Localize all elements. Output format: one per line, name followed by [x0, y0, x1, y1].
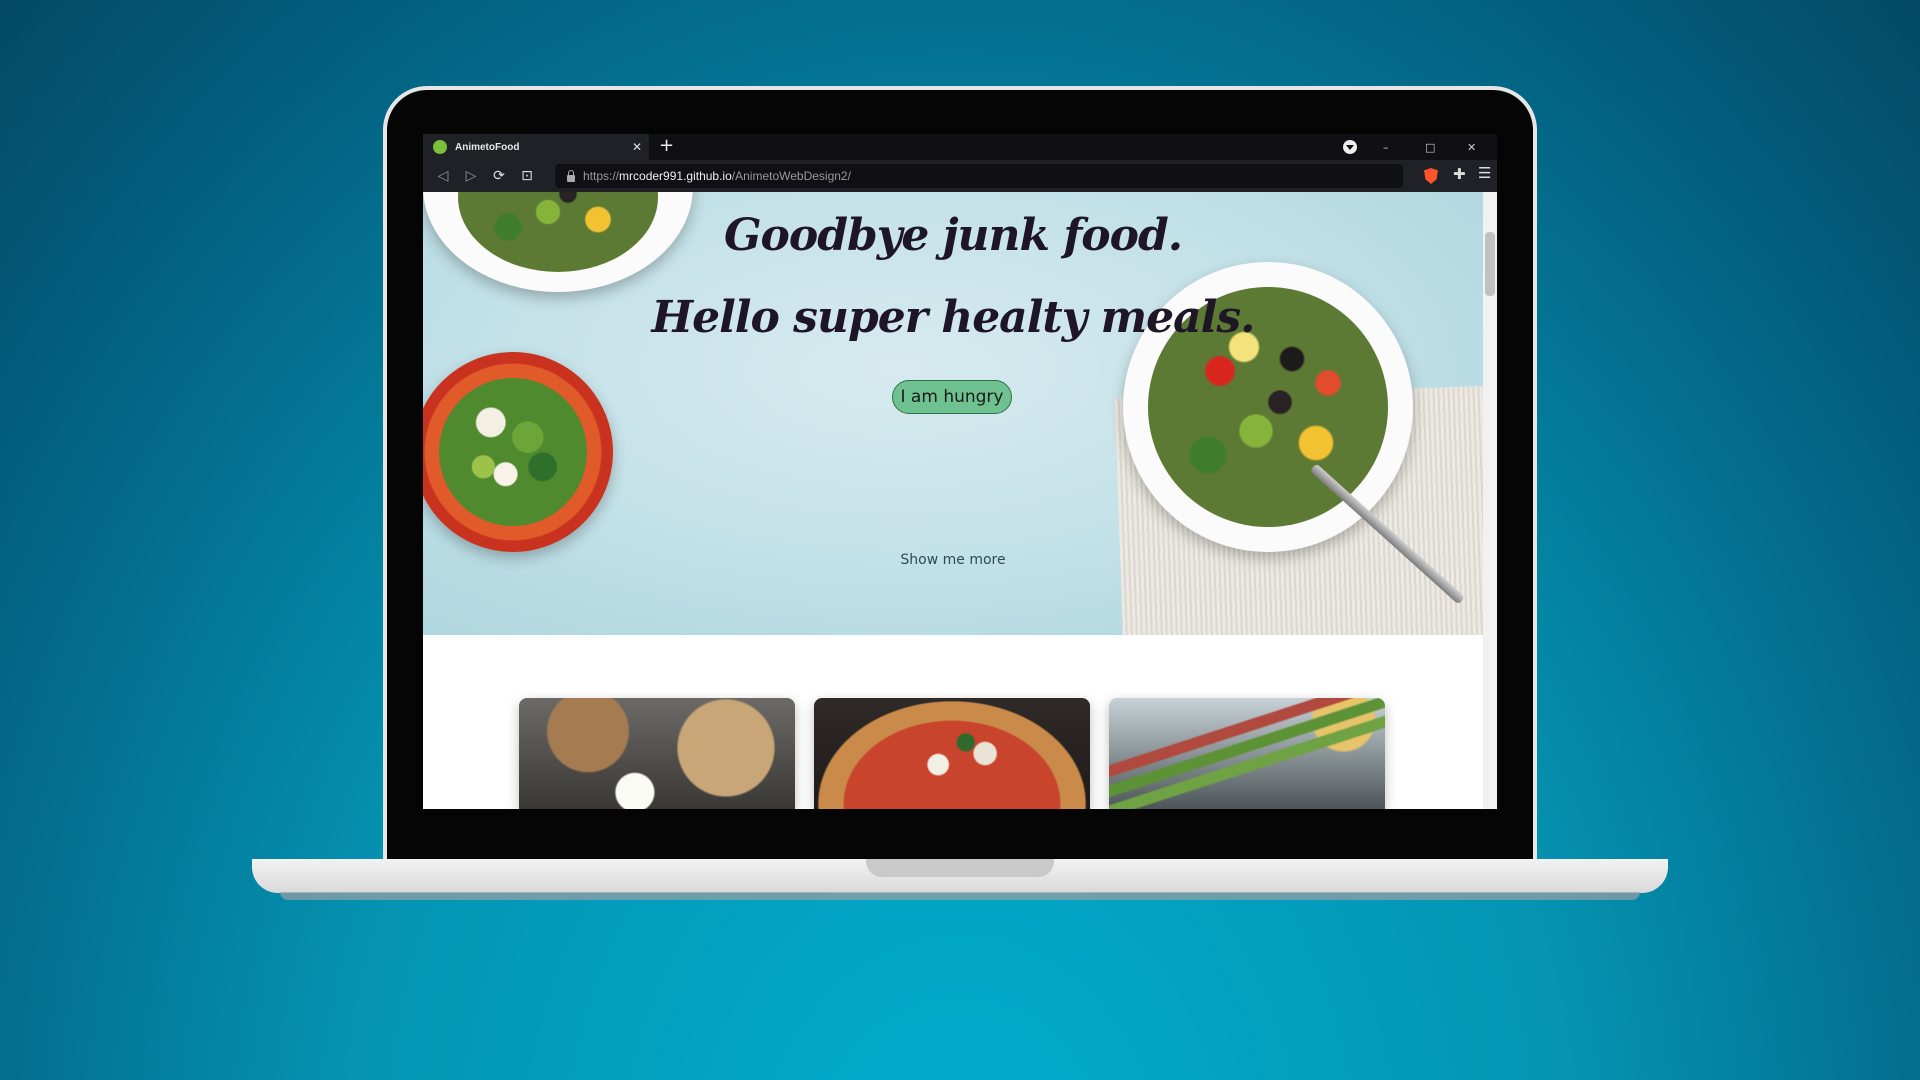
- close-tab-icon[interactable]: ✕: [629, 140, 645, 154]
- page-scrollbar[interactable]: [1483, 192, 1497, 809]
- tab-title: AnimetoFood: [455, 141, 520, 153]
- url-scheme: https://: [583, 169, 620, 183]
- red-bowl-salad: [423, 352, 613, 552]
- show-me-more-link[interactable]: Show me more: [423, 552, 1483, 568]
- bookmark-icon[interactable]: ⊡: [515, 160, 539, 192]
- laptop-base-shadow: [280, 892, 1640, 900]
- meal-card-pizza[interactable]: [814, 698, 1090, 809]
- laptop-notch: [866, 859, 1054, 877]
- laptop-screen: AnimetoFood ✕ + – □ ✕ ◁ ▷ ⟳ ⊡ https:// m…: [423, 134, 1497, 809]
- extensions-icon[interactable]: ✚: [1453, 165, 1466, 183]
- close-window-icon[interactable]: ✕: [1467, 134, 1476, 160]
- hero-section: Goodbye junk food. Hello super healty me…: [423, 192, 1483, 635]
- reload-icon[interactable]: ⟳: [487, 160, 511, 192]
- forward-icon[interactable]: ▷: [459, 160, 483, 192]
- browser-tab[interactable]: AnimetoFood ✕: [423, 134, 649, 160]
- brave-shield-icon[interactable]: [1424, 168, 1438, 184]
- address-bar[interactable]: https:// mrcoder991.github.io /AnimetoWe…: [555, 164, 1403, 188]
- url-path: /AnimetoWebDesign2/: [731, 169, 851, 183]
- back-icon[interactable]: ◁: [431, 160, 455, 192]
- maximize-icon[interactable]: □: [1425, 134, 1435, 160]
- meal-card-asparagus[interactable]: [1109, 698, 1385, 809]
- favicon-icon: [433, 140, 447, 154]
- lock-icon: [567, 169, 575, 182]
- meal-card-asian-breakfast[interactable]: [519, 698, 795, 809]
- minimize-icon[interactable]: –: [1383, 134, 1389, 160]
- new-tab-button[interactable]: +: [659, 136, 674, 156]
- url-host: mrcoder991.github.io: [619, 169, 732, 183]
- scrollbar-thumb[interactable]: [1485, 232, 1495, 296]
- browser-tab-bar: AnimetoFood ✕ + – □ ✕: [423, 134, 1497, 160]
- browser-toolbar: ◁ ▷ ⟳ ⊡ https:// mrcoder991.github.io /A…: [423, 160, 1497, 192]
- profile-icon[interactable]: [1343, 140, 1357, 154]
- menu-icon[interactable]: ☰: [1478, 164, 1491, 182]
- hero-headline-line2: Hello super healty meals.: [651, 292, 1256, 343]
- web-page: Goodbye junk food. Hello super healty me…: [423, 192, 1483, 809]
- hero-headline-line1: Goodbye junk food.: [723, 210, 1183, 261]
- i-am-hungry-button[interactable]: I am hungry: [892, 380, 1012, 414]
